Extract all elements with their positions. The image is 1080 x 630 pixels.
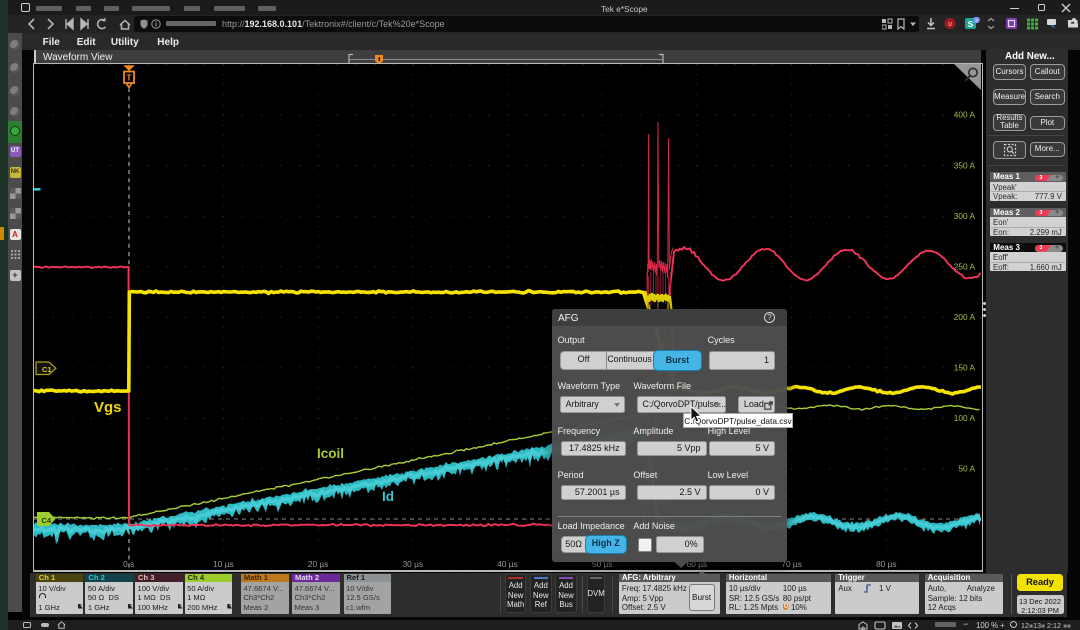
svg-text:250 A: 250 A bbox=[954, 261, 976, 271]
svg-text:3: 3 bbox=[975, 18, 978, 23]
svg-text:T: T bbox=[126, 73, 132, 83]
svg-text:150 A: 150 A bbox=[954, 363, 976, 373]
svg-text:50 A: 50 A bbox=[958, 464, 975, 474]
svg-text:C4: C4 bbox=[42, 516, 52, 525]
svg-text:S: S bbox=[968, 19, 974, 29]
svg-text:30 µs: 30 µs bbox=[403, 559, 423, 569]
svg-text:Icoil: Icoil bbox=[317, 446, 344, 461]
svg-text:10 µs: 10 µs bbox=[213, 559, 233, 569]
svg-text:20 µs: 20 µs bbox=[308, 559, 328, 569]
svg-text:200 A: 200 A bbox=[954, 312, 976, 322]
svg-text:400 A: 400 A bbox=[954, 110, 976, 120]
svg-text:80 µs: 80 µs bbox=[876, 559, 896, 569]
svg-text:40 µs: 40 µs bbox=[497, 559, 517, 569]
svg-text:C1: C1 bbox=[42, 365, 52, 374]
svg-text:U: U bbox=[948, 22, 952, 28]
svg-text:350 A: 350 A bbox=[954, 160, 976, 170]
svg-text:300 A: 300 A bbox=[954, 211, 976, 221]
svg-text:Vgs: Vgs bbox=[94, 399, 122, 416]
svg-text:100 A: 100 A bbox=[954, 413, 976, 423]
svg-text:Id: Id bbox=[382, 489, 394, 504]
